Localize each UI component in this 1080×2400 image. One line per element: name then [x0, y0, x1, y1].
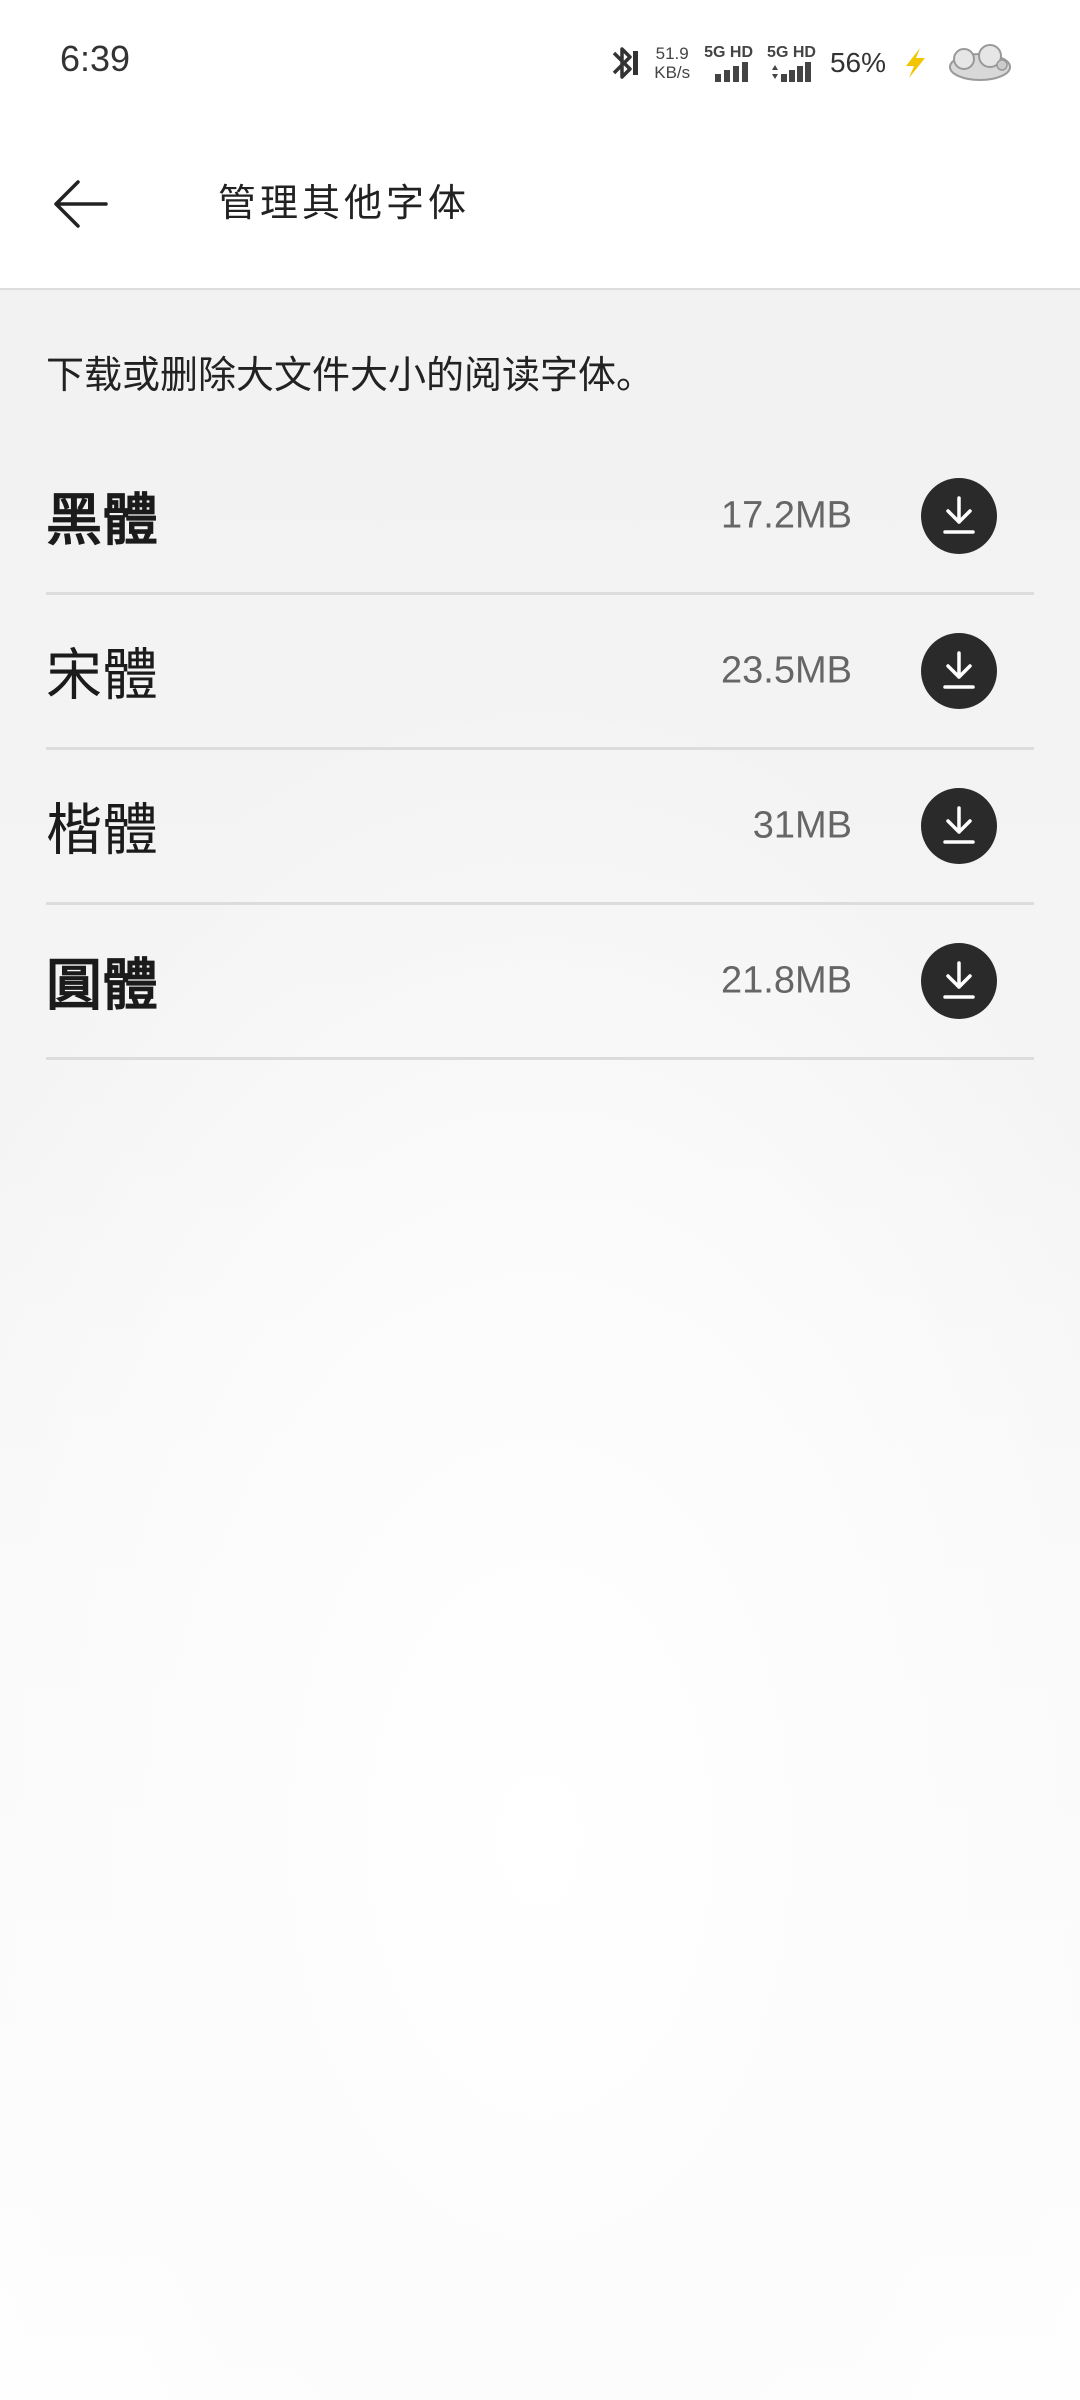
download-button[interactable]: [921, 478, 997, 554]
network-speed: 51.9 KB/s: [654, 44, 690, 82]
back-arrow-icon: [54, 180, 108, 228]
pet-icon: [949, 44, 1011, 81]
font-file-size: 21.8MB: [721, 959, 852, 1002]
description-text: 下载或删除大文件大小的阅读字体。: [46, 353, 655, 397]
download-icon: [943, 651, 975, 689]
font-item-heiti[interactable]: 黑體 17.2MB: [46, 440, 1034, 595]
battery-percent: 56%: [829, 47, 886, 78]
app-bar: 管理其他字体: [0, 120, 1080, 290]
font-item-kaiti[interactable]: 楷體 31MB: [46, 750, 1034, 905]
font-name: 宋體: [46, 643, 158, 709]
font-file-size: 17.2MB: [721, 494, 852, 537]
download-icon: [943, 496, 975, 534]
network-speed-value: 51.9: [655, 44, 689, 63]
back-button[interactable]: [44, 168, 116, 240]
bluetooth-icon: [612, 47, 639, 79]
font-name: 黑體: [46, 488, 158, 554]
font-item-songti[interactable]: 宋體 23.5MB: [46, 595, 1034, 750]
download-button[interactable]: [921, 788, 997, 864]
download-button[interactable]: [921, 943, 997, 1019]
status-icons: 51.9 KB/s 5G HD 5G HD 56%: [604, 38, 1014, 88]
signal-icon: [714, 62, 748, 82]
signal-icon: [771, 62, 811, 82]
sim1-label: 5G HD: [704, 44, 754, 61]
status-time: 6:39: [60, 38, 131, 79]
status-bar: 6:39 51.9 KB/s 5G HD 5G HD 56%: [0, 0, 1080, 120]
download-icon: [943, 806, 975, 844]
main-content: 下载或删除大文件大小的阅读字体。 黑體 17.2MB 宋體 23.5MB 楷體 …: [0, 290, 1080, 2400]
sim2-label: 5G HD: [767, 44, 816, 61]
download-icon: [943, 961, 975, 999]
network-speed-unit: KB/s: [654, 63, 691, 82]
sim1-signal: 5G HD: [704, 44, 753, 82]
font-item-yuanti[interactable]: 圓體 21.8MB: [46, 905, 1034, 1060]
font-name: 楷體: [46, 798, 158, 864]
page-title: 管理其他字体: [218, 181, 471, 225]
download-button[interactable]: [921, 633, 997, 709]
sim2-signal: 5G HD: [767, 44, 816, 82]
font-list: 黑體 17.2MB 宋體 23.5MB 楷體 31MB 圓體 21.8MB: [46, 440, 1034, 1060]
font-file-size: 31MB: [752, 804, 852, 847]
charging-bolt-icon: [906, 48, 925, 78]
font-name: 圓體: [46, 953, 158, 1019]
font-file-size: 23.5MB: [721, 649, 852, 692]
